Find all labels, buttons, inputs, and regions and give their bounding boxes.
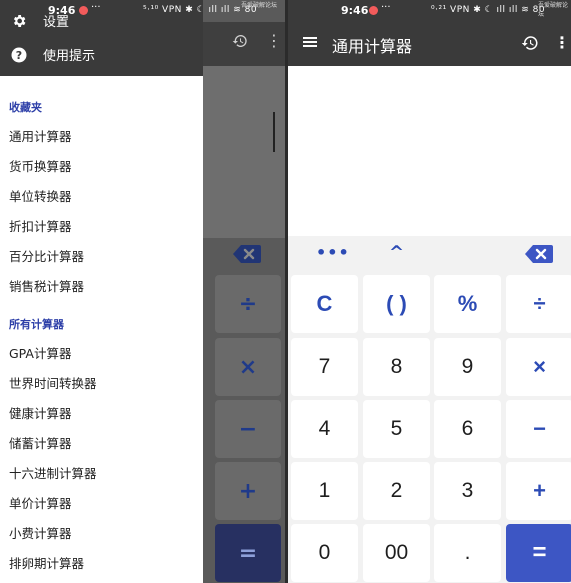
drawer-item-tip-calculator[interactable]: 小费计算器: [9, 523, 72, 542]
drawer-item-unit-converter[interactable]: 单位转换器: [9, 186, 72, 205]
digit-6-key[interactable]: 6: [434, 400, 501, 458]
decimal-key[interactable]: .: [434, 524, 501, 582]
notification-icon: [369, 6, 378, 15]
drawer-item-discount-calculator[interactable]: 折扣计算器: [9, 216, 72, 235]
drawer-item-tips[interactable]: ? 使用提示: [10, 45, 95, 64]
help-circle-icon: ?: [10, 46, 28, 64]
drawer-item-world-time-converter[interactable]: 世界时间转换器: [9, 373, 97, 392]
section-title-favorites: 收藏夹: [9, 101, 42, 114]
drawer-item-gpa-calculator[interactable]: GPA计算器: [9, 343, 71, 362]
drawer-item-ovulation-calculator[interactable]: 排卵期计算器: [9, 553, 84, 572]
notification-icon: [79, 6, 88, 15]
status-dots: ···: [91, 2, 101, 13]
history-icon: [232, 33, 248, 53]
digit-0-key[interactable]: 0: [291, 524, 358, 582]
drawer-item-currency-converter[interactable]: 货币换算器: [9, 156, 72, 175]
drawer-item-percentage-calculator[interactable]: 百分比计算器: [9, 246, 84, 265]
drawer-item-sales-tax-calculator[interactable]: 销售税计算器: [9, 276, 84, 295]
menu-icon[interactable]: [302, 34, 318, 54]
digit-7-key[interactable]: 7: [291, 338, 358, 396]
clear-key[interactable]: C: [291, 275, 358, 333]
status-bar: 9:46 ··· ⁰·²¹ VPN ✱ ☾ ıll ıll ≋ 80 吾爱破解论…: [288, 0, 571, 22]
status-dots: ···: [381, 2, 391, 13]
divide-key[interactable]: ÷: [506, 275, 571, 333]
app-bar: 通用计算器 ⋮: [288, 22, 571, 66]
right-screen: 9:46 ··· ⁰·²¹ VPN ✱ ☾ ıll ıll ≋ 80 吾爱破解论…: [288, 0, 571, 583]
more-vert-icon[interactable]: ⋮: [554, 33, 570, 52]
status-bar: 9:46 ··· ⁵·¹⁰ VPN ✱ ☾ ıll ıll ≋ 80 吾爱破解论…: [0, 0, 285, 22]
digit-8-key[interactable]: 8: [363, 338, 430, 396]
digit-4-key[interactable]: 4: [291, 400, 358, 458]
text-cursor: [273, 112, 275, 152]
function-strip: ••• ^: [288, 236, 571, 274]
svg-text:?: ?: [16, 49, 22, 62]
digit-3-key[interactable]: 3: [434, 462, 501, 520]
more-functions-button[interactable]: •••: [316, 243, 350, 262]
drawer-item-label: 使用提示: [43, 49, 96, 64]
divide-key: ÷: [215, 275, 281, 333]
parentheses-key[interactable]: ( ): [363, 275, 430, 333]
watermark-text: 吾爱破解论坛: [241, 2, 278, 9]
digit-1-key[interactable]: 1: [291, 462, 358, 520]
status-time: 9:46: [341, 4, 369, 17]
multiply-key: ×: [215, 338, 281, 396]
drawer-item-health-calculator[interactable]: 健康计算器: [9, 403, 72, 422]
drawer-item-hex-calculator[interactable]: 十六进制计算器: [9, 463, 97, 482]
status-time: 9:46: [48, 4, 76, 17]
digit-9-key[interactable]: 9: [434, 338, 501, 396]
minus-key[interactable]: −: [506, 400, 571, 458]
drawer-item-savings-calculator[interactable]: 储蓄计算器: [9, 433, 72, 452]
drawer-item-unit-price-calculator[interactable]: 单价计算器: [9, 493, 72, 512]
expand-button[interactable]: ^: [389, 242, 404, 263]
more-vert-icon: ⋮: [266, 31, 282, 50]
digit-2-key[interactable]: 2: [363, 462, 430, 520]
double-zero-key[interactable]: 00: [363, 524, 430, 582]
app-title: 通用计算器: [332, 37, 413, 56]
watermark-text: 吾爱破解论坛: [538, 2, 569, 18]
multiply-key[interactable]: ×: [506, 338, 571, 396]
backspace-icon[interactable]: [525, 244, 553, 264]
history-icon[interactable]: [521, 34, 539, 56]
calculator-display[interactable]: [288, 66, 571, 236]
plus-key[interactable]: +: [506, 462, 571, 520]
equals-key: =: [215, 524, 281, 582]
drawer-item-general-calculator[interactable]: 通用计算器: [9, 126, 72, 145]
section-title-all: 所有计算器: [9, 318, 64, 331]
plus-key: +: [215, 462, 281, 520]
equals-key[interactable]: =: [506, 524, 571, 582]
status-indicators: ⁰·²¹ VPN ✱ ☾ ıll ıll ≋ 80: [431, 5, 546, 15]
backspace-icon: [233, 245, 261, 263]
left-screen: ⋮ ÷ × − + = 设置 ? 使用提示 收藏夹 通用计算器 货币换算器 单位…: [0, 0, 285, 583]
navigation-drawer: 设置 ? 使用提示 收藏夹 通用计算器 货币换算器 单位转换器 折扣计算器 百分…: [0, 0, 203, 583]
percent-key[interactable]: %: [434, 275, 501, 333]
minus-key: −: [215, 400, 281, 458]
digit-5-key[interactable]: 5: [363, 400, 430, 458]
